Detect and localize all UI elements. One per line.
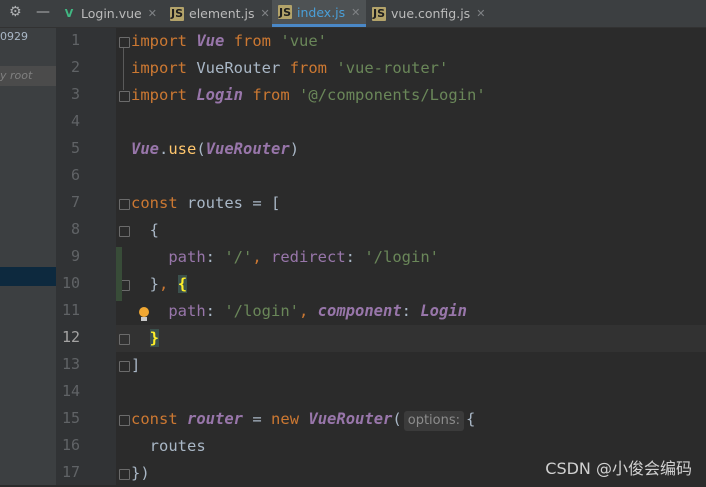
close-icon[interactable]: ✕ — [476, 7, 485, 20]
line-number: 10 — [61, 274, 80, 292]
js-file-icon: JS — [372, 6, 386, 21]
code-line-11[interactable]: path: '/login', component: Login — [131, 298, 467, 325]
gear-icon[interactable]: ⚙ — [9, 4, 22, 20]
tab-label: element.js — [189, 6, 255, 21]
line-number: 17 — [61, 463, 80, 481]
line-number: 11 — [61, 301, 80, 319]
line-number: 8 — [70, 220, 80, 238]
fold-marker[interactable] — [119, 415, 130, 426]
line-number-current: 12 — [61, 328, 80, 346]
minimize-icon[interactable]: — — [36, 4, 50, 20]
project-root-item[interactable]: y root — [0, 66, 56, 86]
tab-label: Login.vue — [81, 6, 142, 21]
fold-marker[interactable] — [119, 226, 130, 237]
code-line-9[interactable]: path: '/', redirect: '/login' — [131, 244, 439, 271]
code-line-16[interactable]: routes — [131, 433, 206, 460]
close-icon[interactable]: ✕ — [148, 7, 157, 20]
code-line-12[interactable]: } — [131, 325, 160, 352]
fold-marker[interactable] — [119, 334, 130, 345]
code-line-17[interactable]: }) — [131, 460, 150, 487]
tab-label: vue.config.js — [391, 6, 471, 21]
code-line-1[interactable]: import Vue from 'vue' — [131, 28, 327, 55]
close-icon[interactable]: ✕ — [261, 7, 270, 20]
close-icon[interactable]: ✕ — [351, 6, 360, 19]
line-number: 2 — [70, 58, 80, 76]
fold-marker[interactable] — [119, 199, 130, 210]
project-panel: 0929 y root — [0, 28, 56, 485]
line-number: 9 — [70, 247, 80, 265]
change-marker[interactable] — [116, 247, 122, 301]
fold-marker[interactable] — [119, 361, 130, 372]
line-number: 7 — [70, 193, 80, 211]
code-line-8[interactable]: { — [131, 217, 159, 244]
parameter-hint: options: — [403, 411, 464, 431]
line-number: 3 — [70, 85, 80, 103]
js-file-icon: JS — [170, 6, 184, 21]
tab-label: index.js — [297, 4, 346, 20]
toolbar-tools: ⚙ — — [0, 0, 56, 27]
code-line-5[interactable]: Vue.use(VueRouter) — [131, 136, 299, 163]
fold-marker[interactable] — [119, 91, 130, 102]
fold-marker[interactable] — [119, 37, 130, 48]
project-item-partial[interactable]: 0929 — [0, 30, 28, 43]
code-line-13[interactable]: ] — [131, 352, 140, 379]
line-number: 13 — [61, 355, 80, 373]
code-line-7[interactable]: const routes = [ — [131, 190, 280, 217]
line-number: 5 — [70, 139, 80, 157]
code-line-2[interactable]: import VueRouter from 'vue-router' — [131, 55, 448, 82]
editor-tab-bar: ⚙ — V Login.vue ✕ JS element.js ✕ JS ind… — [0, 0, 706, 28]
line-number: 14 — [61, 382, 80, 400]
line-number: 15 — [61, 409, 80, 427]
line-number: 1 — [70, 31, 80, 49]
js-file-icon: JS — [278, 5, 292, 19]
line-number: 4 — [70, 112, 80, 130]
vue-icon: V — [64, 7, 74, 20]
watermark: CSDN @小俊会编码 — [545, 459, 692, 478]
tab-element-js[interactable]: JS element.js ✕ — [170, 0, 270, 27]
code-line-3[interactable]: import Login from '@/components/Login' — [131, 82, 486, 109]
project-selected-item[interactable] — [0, 267, 56, 286]
tab-login-vue[interactable]: V Login.vue ✕ — [62, 0, 157, 27]
fold-guide — [123, 48, 124, 90]
code-line-15[interactable]: const router = new VueRouter(options:{ — [131, 406, 475, 433]
line-number: 16 — [61, 436, 80, 454]
fold-marker[interactable] — [119, 469, 130, 480]
tab-vue-config-js[interactable]: JS vue.config.js ✕ — [372, 0, 485, 27]
code-line-10[interactable]: }, { — [131, 271, 188, 298]
line-number: 6 — [70, 166, 80, 184]
tab-index-js[interactable]: JS index.js ✕ — [272, 0, 367, 27]
current-line-highlight — [116, 325, 706, 352]
